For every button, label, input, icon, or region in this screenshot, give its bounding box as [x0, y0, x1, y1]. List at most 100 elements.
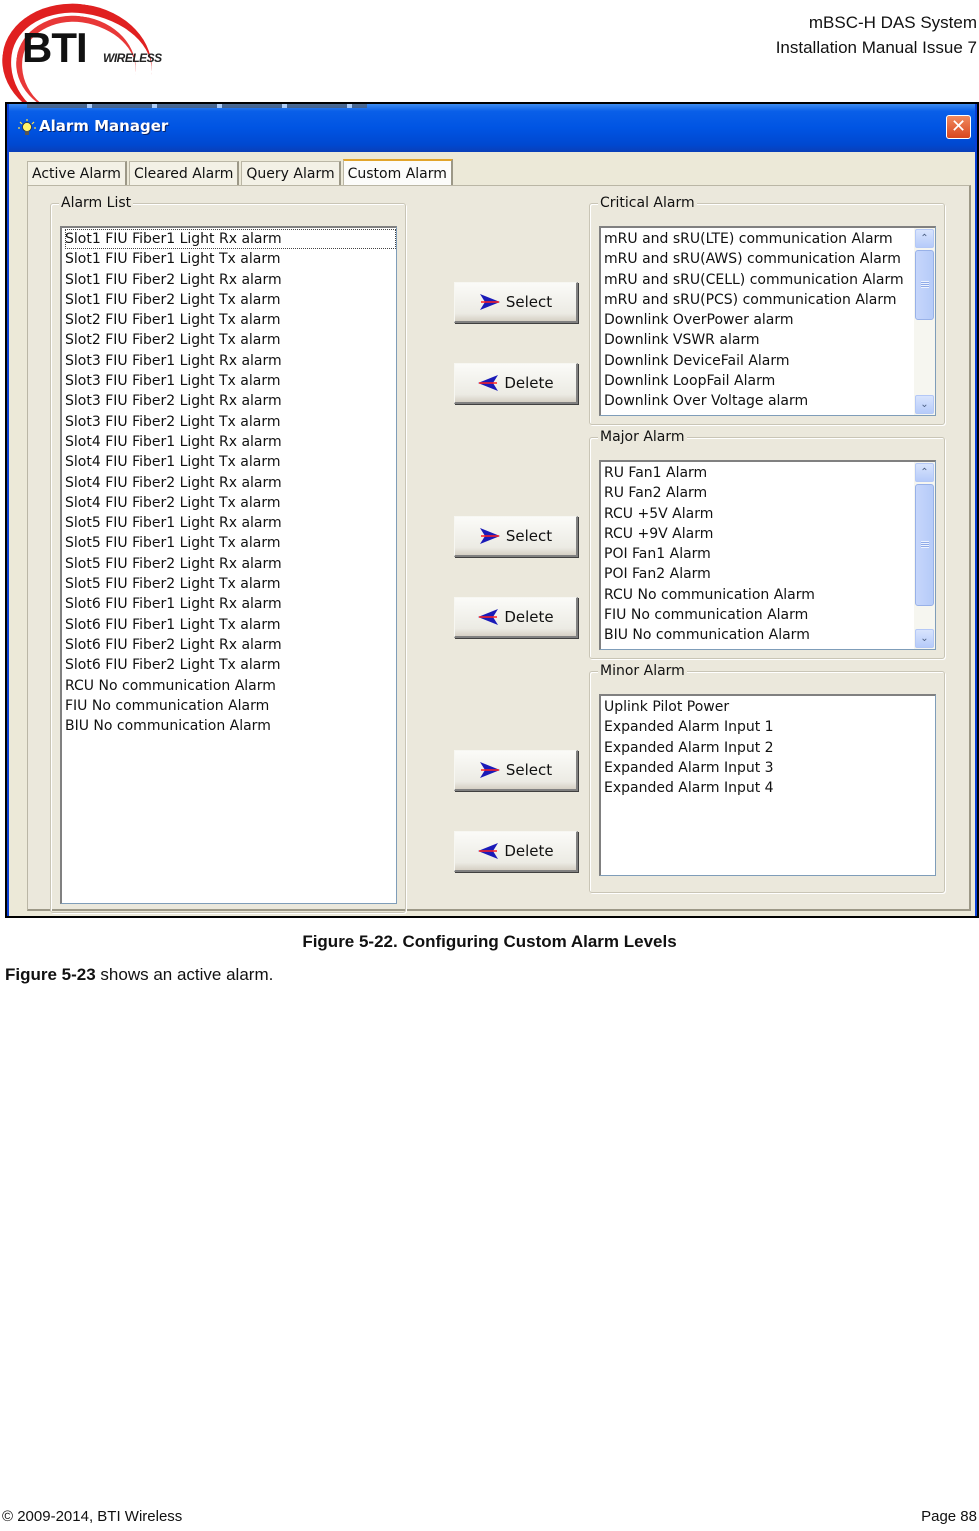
list-item[interactable]: RCU No communication Alarm: [604, 585, 913, 605]
list-item[interactable]: Downlink OverPower alarm: [604, 310, 913, 330]
list-item[interactable]: RCU +5V Alarm: [604, 504, 913, 524]
logo-subtitle: WIRELESS: [103, 51, 162, 65]
list-item[interactable]: Downlink VSWR alarm: [604, 330, 913, 350]
list-item[interactable]: mRU and sRU(PCS) communication Alarm: [604, 290, 913, 310]
list-item[interactable]: Slot4 FIU Fiber2 Light Tx alarm: [65, 493, 396, 513]
figure-caption: Figure 5-22. Configuring Custom Alarm Le…: [302, 932, 677, 951]
alarm-list-box[interactable]: Slot1 FIU Fiber1 Light Rx alarm Slot1 FIU…: [60, 226, 397, 904]
major-alarm-items: RU Fan1 Alarm RU Fan2 Alarm RCU +5V Alarm R…: [601, 462, 935, 646]
list-item[interactable]: Slot4 FIU Fiber1 Light Rx alarm: [65, 432, 396, 452]
tab-active-alarm[interactable]: Active Alarm: [27, 161, 127, 187]
custom-alarm-panel: Alarm List Slot1 FIU Fiber1 Light Rx ala…: [27, 185, 971, 913]
list-item[interactable]: Slot6 FIU Fiber1 Light Rx alarm: [65, 594, 396, 614]
list-item[interactable]: Slot1 FIU Fiber2 Light Tx alarm: [65, 290, 396, 310]
delete-button-label: Delete: [504, 374, 554, 392]
body-text: shows an active alarm.: [95, 965, 274, 984]
list-item[interactable]: Downlink LoopFail Alarm: [604, 371, 913, 391]
critical-scrollbar[interactable]: ⌃ ⌄: [914, 228, 935, 415]
arrow-left-icon: [478, 843, 499, 859]
critical-alarm-list-box[interactable]: mRU and sRU(LTE) communication Alarm mRU …: [599, 226, 936, 416]
list-item[interactable]: Expanded Alarm Input 1: [604, 717, 935, 737]
list-item[interactable]: Expanded Alarm Input 2: [604, 738, 935, 758]
grip-icon: [921, 281, 929, 288]
list-item[interactable]: Slot4 FIU Fiber1 Light Tx alarm: [65, 452, 396, 472]
list-item[interactable]: Slot1 FIU Fiber1 Light Rx alarm: [65, 229, 396, 250]
list-item[interactable]: Slot4 FIU Fiber2 Light Rx alarm: [65, 473, 396, 493]
list-item[interactable]: mRU and sRU(AWS) communication Alarm: [604, 249, 913, 269]
list-item[interactable]: FIU No communication Alarm: [604, 605, 913, 625]
list-item[interactable]: mRU and sRU(CELL) communication Alarm: [604, 270, 913, 290]
alarm-manager-window: Alarm Manager ✕ Active Alarm Cleared Ala…: [7, 104, 977, 916]
list-item[interactable]: Slot6 FIU Fiber2 Light Rx alarm: [65, 635, 396, 655]
minor-alarm-list-box[interactable]: Uplink Pilot Power Expanded Alarm Input 1…: [599, 694, 936, 876]
list-item[interactable]: Slot3 FIU Fiber2 Light Tx alarm: [65, 412, 396, 432]
window-titlebar[interactable]: Alarm Manager ✕: [9, 104, 975, 152]
list-item[interactable]: RCU No communication Alarm: [65, 676, 396, 696]
list-item[interactable]: FIU No communication Alarm: [65, 696, 396, 716]
logo-brand: BTI: [22, 24, 88, 71]
delete-button-label: Delete: [504, 842, 554, 860]
list-item[interactable]: Slot6 FIU Fiber1 Light Tx alarm: [65, 615, 396, 635]
tab-cleared-alarm[interactable]: Cleared Alarm: [128, 161, 240, 187]
document-system-name: mBSC-H DAS System: [808, 13, 977, 32]
list-item[interactable]: POI Fan2 Alarm: [604, 564, 913, 584]
chevron-up-icon: ⌃: [920, 467, 929, 478]
list-item[interactable]: Expanded Alarm Input 3: [604, 758, 935, 778]
document-header: mBSC-H DAS System Installation Manual Is…: [776, 10, 977, 60]
document-manual-issue: Installation Manual Issue 7: [775, 38, 977, 57]
select-button-label: Select: [505, 293, 553, 311]
list-item[interactable]: Slot2 FIU Fiber1 Light Tx alarm: [65, 310, 396, 330]
select-critical-button[interactable]: Select: [454, 282, 578, 323]
list-item[interactable]: Uplink Pilot Power: [604, 697, 935, 717]
critical-alarm-group: Critical Alarm mRU and sRU(LTE) communic…: [589, 194, 945, 425]
delete-minor-button[interactable]: Delete: [454, 831, 578, 872]
scroll-thumb[interactable]: [915, 484, 934, 606]
alarm-list-group: Alarm List Slot1 FIU Fiber1 Light Rx ala…: [50, 194, 406, 913]
select-minor-button[interactable]: Select: [454, 750, 578, 791]
major-alarm-list-box[interactable]: RU Fan1 Alarm RU Fan2 Alarm RCU +5V Alarm R…: [599, 460, 936, 650]
major-scrollbar[interactable]: ⌃ ⌄: [914, 462, 935, 649]
scroll-up-button[interactable]: ⌃: [915, 463, 934, 482]
list-item[interactable]: Slot5 FIU Fiber1 Light Tx alarm: [65, 533, 396, 553]
list-item[interactable]: RCU +9V Alarm: [604, 524, 913, 544]
scroll-down-button[interactable]: ⌄: [915, 395, 934, 414]
tab-query-alarm[interactable]: Query Alarm: [241, 161, 341, 187]
list-item[interactable]: BIU No communication Alarm: [65, 716, 396, 736]
footer-copyright: © 2009-2014, BTI Wireless: [2, 1508, 183, 1525]
list-item[interactable]: Slot6 FIU Fiber2 Light Tx alarm: [65, 655, 396, 675]
scroll-up-button[interactable]: ⌃: [915, 229, 934, 248]
list-item[interactable]: Downlink DeviceFail Alarm: [604, 351, 913, 371]
list-item[interactable]: Slot5 FIU Fiber2 Light Tx alarm: [65, 574, 396, 594]
scroll-down-button[interactable]: ⌄: [915, 629, 934, 648]
list-item[interactable]: Slot3 FIU Fiber1 Light Tx alarm: [65, 371, 396, 391]
chevron-up-icon: ⌃: [920, 233, 929, 244]
scroll-thumb[interactable]: [915, 250, 934, 320]
delete-critical-button[interactable]: Delete: [454, 363, 578, 404]
list-item[interactable]: RU Fan1 Alarm: [604, 463, 913, 483]
arrow-right-icon: [479, 762, 500, 778]
list-item[interactable]: mRU and sRU(LTE) communication Alarm: [604, 229, 913, 249]
select-button-label: Select: [505, 527, 553, 545]
close-icon: ✕: [950, 116, 967, 137]
list-item[interactable]: Slot1 FIU Fiber1 Light Tx alarm: [65, 249, 396, 269]
list-item[interactable]: BIU No communication Alarm: [604, 625, 913, 645]
list-item[interactable]: Slot3 FIU Fiber1 Light Rx alarm: [65, 351, 396, 371]
alarm-list-label: Alarm List: [59, 194, 134, 212]
list-item[interactable]: Slot1 FIU Fiber2 Light Rx alarm: [65, 270, 396, 290]
select-button-label: Select: [505, 761, 553, 779]
list-item[interactable]: POI Fan1 Alarm: [604, 544, 913, 564]
footer-page-number: Page 88: [921, 1508, 977, 1525]
list-item[interactable]: Expanded Alarm Input 4: [604, 778, 935, 798]
select-major-button[interactable]: Select: [454, 516, 578, 557]
tab-strip: Active Alarm Cleared Alarm Query Alarm C…: [27, 159, 455, 189]
critical-alarm-items: mRU and sRU(LTE) communication Alarm mRU …: [601, 228, 935, 412]
delete-major-button[interactable]: Delete: [454, 597, 578, 638]
list-item[interactable]: Downlink Over Voltage alarm: [604, 391, 913, 411]
list-item[interactable]: Slot2 FIU Fiber2 Light Tx alarm: [65, 330, 396, 350]
chevron-down-icon: ⌄: [920, 633, 929, 644]
list-item[interactable]: Slot5 FIU Fiber1 Light Rx alarm: [65, 513, 396, 533]
list-item[interactable]: Slot3 FIU Fiber2 Light Rx alarm: [65, 391, 396, 411]
list-item[interactable]: RU Fan2 Alarm: [604, 483, 913, 503]
close-button[interactable]: ✕: [946, 115, 971, 139]
list-item[interactable]: Slot5 FIU Fiber2 Light Rx alarm: [65, 554, 396, 574]
